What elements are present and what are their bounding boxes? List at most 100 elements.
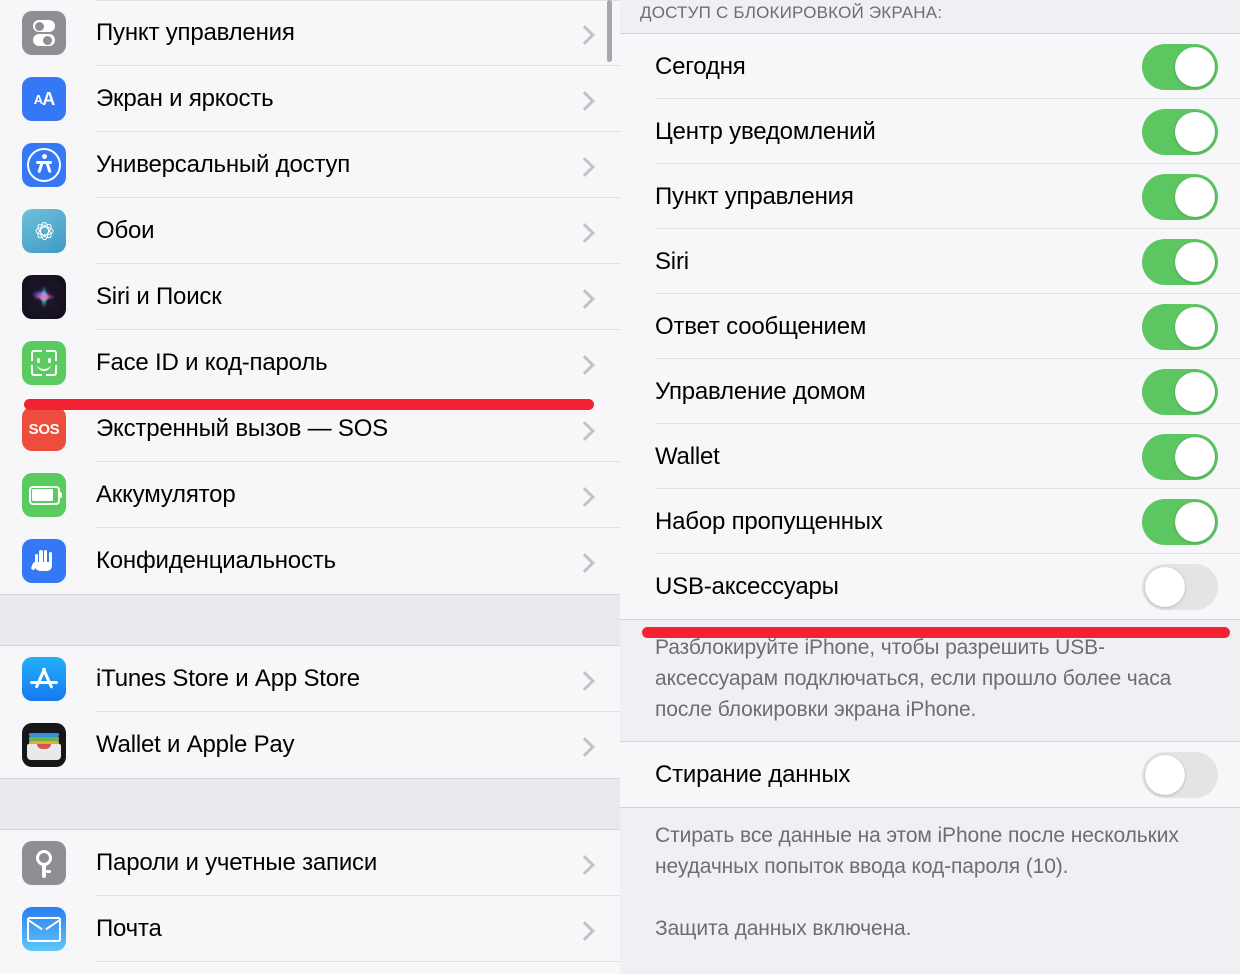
toggle-row-label: Стирание данных (655, 760, 851, 788)
sidebar-item-label: Аккумулятор (96, 481, 236, 508)
chevron-right-icon (578, 159, 590, 171)
chevron-right-icon (578, 225, 590, 237)
sidebar-item-label: Универсальный доступ (96, 151, 351, 178)
chevron-right-icon (578, 857, 590, 869)
sidebar-item-control-center[interactable]: Пункт управления (0, 0, 620, 66)
toggle-knob (1175, 436, 1215, 477)
toggle-row-notification-center[interactable]: Центр уведомлений (620, 99, 1240, 164)
sidebar-item-label: Обои (96, 217, 155, 244)
chevron-right-icon (578, 357, 590, 369)
settings-scrollbar[interactable] (607, 0, 612, 62)
privacy-icon (22, 539, 66, 583)
sidebar-item-wallet-apple-pay[interactable]: Wallet и Apple Pay (0, 712, 620, 778)
sidebar-item-label: Wallet и Apple Pay (96, 731, 295, 758)
toggle-today[interactable] (1142, 43, 1218, 90)
toggle-row-control-center[interactable]: Пункт управления (620, 164, 1240, 229)
toggle-erase-data[interactable] (1142, 751, 1218, 798)
sidebar-item-itunes-app-store[interactable]: iTunes Store и App Store (0, 646, 620, 712)
sidebar-item-face-id-passcode[interactable]: Face ID и код-пароль (0, 330, 620, 396)
lock-screen-access-group: Сегодня Центр уведомлений Пункт управлен… (620, 33, 1240, 620)
app-store-icon (22, 657, 66, 701)
highlight-underline-face-id (24, 399, 594, 410)
sidebar-item-label: Конфиденциальность (96, 547, 336, 574)
section-header-lock-screen-access: ДОСТУП С БЛОКИРОВКОЙ ЭКРАНА: (620, 0, 1240, 33)
chevron-right-icon (578, 673, 590, 685)
erase-data-group: Стирание данных (620, 741, 1240, 808)
sidebar-item-label: Экран и яркость (96, 85, 274, 112)
toggle-row-siri[interactable]: Siri (620, 229, 1240, 294)
toggle-row-usb-accessories[interactable]: USB-аксессуары (620, 554, 1240, 619)
mail-icon (22, 907, 66, 951)
sidebar-item-accessibility[interactable]: Универсальный доступ (0, 132, 620, 198)
toggle-row-erase-data[interactable]: Стирание данных (620, 742, 1240, 807)
toggle-row-return-missed-calls[interactable]: Набор пропущенных (620, 489, 1240, 554)
chevron-right-icon (578, 739, 590, 751)
toggle-reply-with-message[interactable] (1142, 303, 1218, 350)
toggle-row-label: Набор пропущенных (655, 507, 883, 535)
settings-sidebar[interactable]: Пункт управления AA Экран и яркость Унив… (0, 0, 620, 974)
sidebar-item-siri-search[interactable]: Siri и Поиск (0, 264, 620, 330)
toggle-row-label: Ответ сообщением (655, 312, 867, 340)
toggle-row-home-control[interactable]: Управление домом (620, 359, 1240, 424)
sidebar-group-accounts: Пароли и учетные записи Почта (0, 830, 620, 962)
chevron-right-icon (578, 27, 590, 39)
sos-icon: SOS (22, 407, 66, 451)
toggle-knob (1175, 306, 1215, 347)
toggle-knob (1175, 501, 1215, 542)
toggle-row-label: Wallet (655, 442, 720, 470)
sidebar-item-label: Пароли и учетные записи (96, 849, 378, 876)
sidebar-item-label: Экстренный вызов — SOS (96, 415, 388, 442)
accessibility-icon (22, 143, 66, 187)
sidebar-item-wallpaper[interactable]: Обои (0, 198, 620, 264)
toggle-knob (1175, 176, 1215, 217)
chevron-right-icon (578, 555, 590, 567)
passwords-icon (22, 841, 66, 885)
wallet-icon (22, 723, 66, 767)
sidebar-item-label: iTunes Store и App Store (96, 665, 360, 692)
display-brightness-icon: AA (22, 77, 66, 121)
toggle-wallet[interactable] (1142, 433, 1218, 480)
ios-settings-screen: Пункт управления AA Экран и яркость Унив… (0, 0, 1240, 974)
toggle-row-today[interactable]: Сегодня (620, 34, 1240, 99)
toggle-knob (1145, 754, 1185, 795)
toggle-row-label: Сегодня (655, 52, 746, 80)
sidebar-item-mail[interactable]: Почта (0, 896, 620, 962)
wallpaper-icon (22, 209, 66, 253)
toggle-row-label: USB-аксессуары (655, 572, 839, 600)
toggle-return-missed-calls[interactable] (1142, 498, 1218, 545)
battery-icon (22, 473, 66, 517)
sidebar-item-privacy[interactable]: Конфиденциальность (0, 528, 620, 594)
sidebar-item-passwords-accounts[interactable]: Пароли и учетные записи (0, 830, 620, 896)
toggle-row-label: Управление домом (655, 377, 866, 405)
highlight-underline-usb-accessories (642, 627, 1230, 638)
sidebar-group-divider (0, 778, 620, 830)
chevron-right-icon (578, 489, 590, 501)
face-id-passcode-detail-panel[interactable]: ДОСТУП С БЛОКИРОВКОЙ ЭКРАНА: Сегодня Цен… (620, 0, 1240, 974)
sidebar-item-battery[interactable]: Аккумулятор (0, 462, 620, 528)
toggle-row-reply-with-message[interactable]: Ответ сообщением (620, 294, 1240, 359)
chevron-right-icon (578, 923, 590, 935)
sidebar-item-display-brightness[interactable]: AA Экран и яркость (0, 66, 620, 132)
toggle-usb-accessories[interactable] (1142, 563, 1218, 610)
chevron-right-icon (578, 291, 590, 303)
toggle-row-label: Пункт управления (655, 182, 854, 210)
toggle-row-wallet[interactable]: Wallet (620, 424, 1240, 489)
toggle-knob (1175, 241, 1215, 282)
toggle-knob (1175, 371, 1215, 412)
control-center-icon (22, 11, 66, 55)
toggle-row-label: Центр уведомлений (655, 117, 876, 145)
chevron-right-icon (578, 423, 590, 435)
face-id-icon (22, 341, 66, 385)
usb-accessories-description: Разблокируйте iPhone, чтобы разрешить US… (620, 620, 1240, 741)
toggle-knob (1175, 46, 1215, 87)
toggle-notification-center[interactable] (1142, 108, 1218, 155)
toggle-row-label: Siri (655, 247, 689, 275)
toggle-knob (1145, 566, 1185, 607)
sidebar-item-label: Siri и Поиск (96, 283, 222, 310)
toggle-siri[interactable] (1142, 238, 1218, 285)
toggle-control-center[interactable] (1142, 173, 1218, 220)
toggle-knob (1175, 111, 1215, 152)
sidebar-item-label: Face ID и код-пароль (96, 349, 328, 376)
toggle-home-control[interactable] (1142, 368, 1218, 415)
siri-icon (22, 275, 66, 319)
